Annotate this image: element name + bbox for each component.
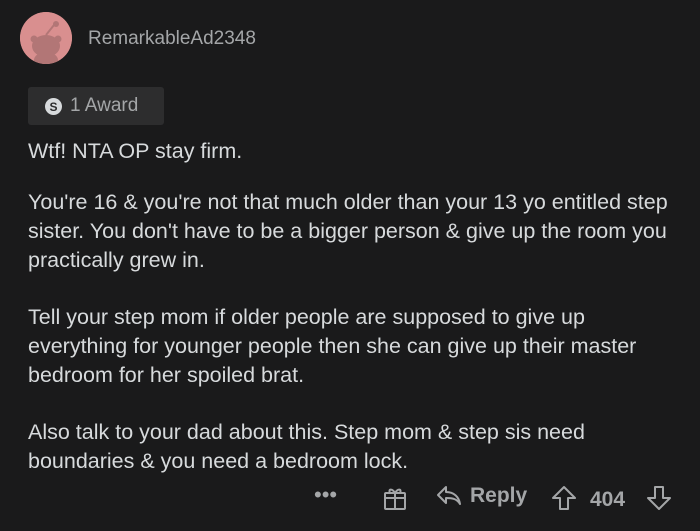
reply-arrow-icon — [437, 486, 461, 505]
vote-score: 404 — [590, 488, 626, 511]
gift-icon[interactable] — [382, 485, 408, 511]
comment-paragraph: Also talk to your dad about this. Step m… — [28, 420, 585, 473]
reply-button[interactable]: Reply — [435, 484, 527, 508]
silver-award-icon: S — [45, 97, 62, 115]
reply-label: Reply — [470, 484, 528, 507]
award-badge[interactable]: S 1 Award — [28, 87, 164, 125]
more-options-button[interactable]: ••• — [314, 482, 337, 508]
comment-paragraph: You're 16 & you're not that much older t… — [28, 190, 668, 272]
svg-text:S: S — [49, 100, 57, 114]
avatar[interactable] — [20, 12, 72, 64]
snoo-avatar-icon — [20, 12, 72, 64]
award-label: 1 Award — [70, 95, 139, 116]
comment-paragraph: Wtf! NTA OP stay firm. — [28, 139, 243, 163]
username[interactable]: RemarkableAd2348 — [88, 28, 256, 50]
downvote-arrow-icon[interactable] — [645, 484, 673, 512]
comment-paragraph: Tell your step mom if older people are s… — [28, 305, 637, 387]
comment-action-bar: ••• Reply 404 — [0, 480, 700, 520]
upvote-arrow-icon[interactable] — [550, 484, 578, 512]
